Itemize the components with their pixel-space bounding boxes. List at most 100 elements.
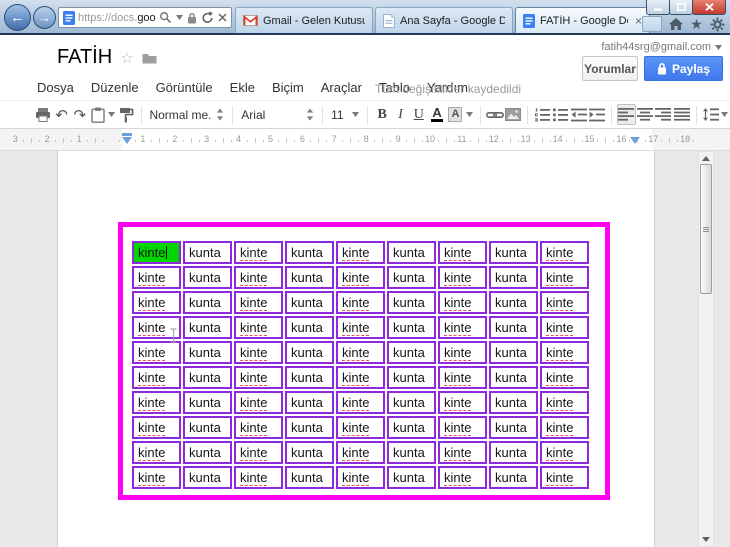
first-line-indent-marker[interactable] (122, 133, 132, 136)
table-cell[interactable]: kinte (234, 366, 283, 389)
share-button[interactable]: Paylaş (644, 56, 723, 81)
table-cell[interactable]: kunta (183, 391, 232, 414)
table-cell[interactable]: kunta (285, 416, 334, 439)
table-cell[interactable]: kinte (540, 316, 589, 339)
table-cell[interactable]: kunta (387, 291, 436, 314)
style-dropdown[interactable]: Normal me... (146, 108, 227, 122)
table-cell[interactable]: kunta (387, 266, 436, 289)
table-cell[interactable]: kunta (387, 441, 436, 464)
minimize-button[interactable] (646, 0, 670, 15)
table-cell[interactable]: kunta (387, 241, 436, 264)
star-outline-icon[interactable]: ☆ (120, 49, 133, 67)
text-color-button[interactable]: A (428, 104, 446, 125)
table-cell[interactable]: kinte (540, 341, 589, 364)
table-cell[interactable]: kunta (285, 391, 334, 414)
table-cell[interactable]: kunta (489, 416, 538, 439)
table-cell[interactable]: kunta (285, 366, 334, 389)
table-cell[interactable]: kinte (132, 366, 181, 389)
image-button[interactable] (504, 104, 522, 125)
browser-tab-3[interactable]: FATİH - Google Doküma... × (515, 7, 650, 33)
table-cell[interactable]: kunta (285, 341, 334, 364)
table-cell[interactable]: kinte (540, 416, 589, 439)
menu-biçim[interactable]: Biçim (272, 80, 304, 95)
table-cell[interactable]: kinte (336, 416, 385, 439)
table-cell[interactable]: kunta (183, 266, 232, 289)
gear-icon[interactable] (709, 16, 726, 32)
refresh-icon[interactable] (201, 11, 214, 24)
table-cell[interactable]: kinte (540, 441, 589, 464)
table-cell[interactable]: kinte (438, 366, 487, 389)
table-cell[interactable]: kinte (438, 441, 487, 464)
highlight-color-button[interactable]: A (446, 104, 464, 125)
table-cell[interactable]: kinte (336, 366, 385, 389)
table-cell[interactable]: kinte (234, 466, 283, 489)
table-cell[interactable]: kunta (387, 366, 436, 389)
table-cell[interactable]: kinte (438, 341, 487, 364)
link-button[interactable] (485, 104, 504, 125)
table-cell[interactable]: kinte (234, 416, 283, 439)
scroll-down-arrow-icon[interactable] (702, 537, 710, 542)
table-cell[interactable]: kunta (489, 341, 538, 364)
table-cell[interactable]: kunta (489, 241, 538, 264)
table-cell[interactable]: kunta (285, 466, 334, 489)
table-cell[interactable]: kinte (438, 241, 487, 264)
menu-düzenle[interactable]: Düzenle (91, 80, 139, 95)
back-button[interactable]: ← (4, 4, 31, 31)
table-cell[interactable]: kunta (183, 316, 232, 339)
table-cell[interactable]: kinte (234, 341, 283, 364)
new-tab-button[interactable] (642, 16, 662, 32)
table-cell[interactable]: kunta (489, 291, 538, 314)
document-page[interactable]: kinte kunta kinte kunta kinte kunta kinte kunta… (57, 151, 655, 547)
forward-button[interactable]: → (33, 6, 56, 29)
table-cell[interactable]: kinte (540, 466, 589, 489)
table-cell[interactable]: kinte (438, 266, 487, 289)
scroll-up-arrow-icon[interactable] (702, 156, 710, 161)
table-cell[interactable]: kunta (183, 341, 232, 364)
align-left-button[interactable] (617, 104, 636, 125)
table-cell[interactable]: kinte (234, 241, 283, 264)
table-cell[interactable]: kinte (132, 266, 181, 289)
maximize-button[interactable] (669, 0, 693, 15)
underline-button[interactable]: U (410, 104, 428, 125)
table-cell[interactable]: kinte (234, 316, 283, 339)
table-cell[interactable]: kinte (336, 241, 385, 264)
browser-tab-1[interactable]: Gmail - Gelen Kutusu (5) - f... (235, 7, 373, 33)
align-center-button[interactable] (636, 104, 654, 125)
table-cell[interactable]: kunta (285, 241, 334, 264)
table-cell[interactable]: kinte (234, 291, 283, 314)
table-cell[interactable]: kunta (387, 341, 436, 364)
table-cell[interactable]: kinte (336, 466, 385, 489)
font-dropdown[interactable]: Arial (238, 108, 317, 122)
table-cell[interactable]: kunta (183, 416, 232, 439)
tab-close-icon[interactable]: × (633, 14, 642, 28)
table-cell[interactable]: kinte (438, 391, 487, 414)
indent-button[interactable] (588, 104, 606, 125)
table-cell[interactable]: kunta (489, 391, 538, 414)
home-icon[interactable] (667, 16, 684, 32)
paste-button[interactable] (89, 104, 107, 125)
table-cell[interactable]: kunta (285, 291, 334, 314)
table-cell[interactable]: kinte (336, 391, 385, 414)
table-cell[interactable]: kunta (183, 466, 232, 489)
table-cell[interactable]: kunta (183, 441, 232, 464)
table-cell[interactable]: kinte (540, 366, 589, 389)
align-right-button[interactable] (654, 104, 672, 125)
menu-görüntüle[interactable]: Görüntüle (156, 80, 213, 95)
table-cell[interactable]: kunta (387, 391, 436, 414)
table-cell[interactable]: kinte (336, 291, 385, 314)
table-cell[interactable]: kinte (132, 391, 181, 414)
table-cell[interactable]: kunta (285, 316, 334, 339)
redo-button[interactable]: ↷ (71, 104, 89, 125)
account-menu[interactable]: fatih44srg@gmail.com (601, 41, 722, 53)
table-cell[interactable]: kinte (234, 391, 283, 414)
menu-ekle[interactable]: Ekle (230, 80, 255, 95)
close-icon[interactable] (218, 13, 227, 22)
table-cell[interactable]: kunta (285, 441, 334, 464)
table-cell[interactable]: kunta (489, 266, 538, 289)
table-cell[interactable]: kinte (336, 316, 385, 339)
table-cell[interactable]: kinte (132, 416, 181, 439)
table-cell[interactable]: kinte (438, 466, 487, 489)
bold-button[interactable]: B (373, 104, 391, 125)
table-cell[interactable]: kinte (540, 266, 589, 289)
table-cell[interactable]: kinte (132, 441, 181, 464)
